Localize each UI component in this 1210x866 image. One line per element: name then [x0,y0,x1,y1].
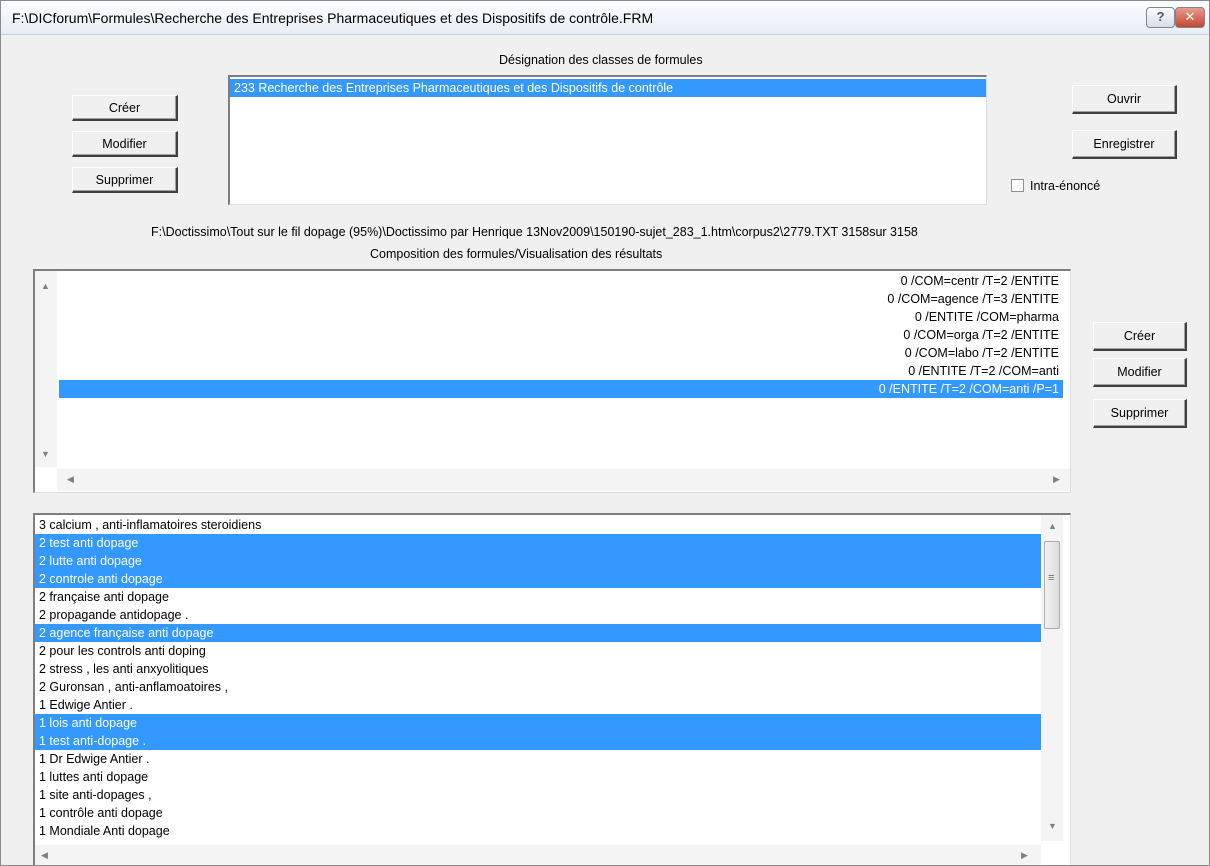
formula-dialog-window: F:\DICforum\Formules\Recherche des Entre… [0,0,1210,866]
list-item[interactable]: 1 Dr Edwige Antier . [35,750,1043,768]
help-icon: ? [1156,9,1165,24]
scroll-left-icon[interactable]: ◀ [67,474,74,485]
modify-formula-button[interactable]: Modifier [1093,358,1187,387]
list-item[interactable]: 1 lois anti dopage [35,714,1043,732]
list-item[interactable]: 0 /COM=orga /T=2 /ENTITE [59,326,1063,344]
window-title: F:\DICforum\Formules\Recherche des Entre… [12,10,654,26]
list-item[interactable]: 1 Edwige Antier . [35,696,1043,714]
scroll-right-icon[interactable]: ▶ [1053,474,1060,485]
list-item[interactable]: 1 luttes anti dopage [35,768,1043,786]
list-item[interactable]: 1 test anti-dopage . [35,732,1043,750]
delete-formula-button[interactable]: Supprimer [1093,399,1187,428]
list-item[interactable]: 2 agence française anti dopage [35,624,1043,642]
list-item[interactable]: 0 /ENTITE /T=2 /COM=anti [59,362,1063,380]
list-item[interactable]: 2 pour les controls anti doping [35,642,1043,660]
scroll-up-icon[interactable]: ▲ [41,281,50,291]
list-item[interactable]: 1 Mondiale Anti dopage [35,822,1043,840]
intra-enonce-checkbox[interactable] [1011,179,1024,192]
create-formula-button[interactable]: Créer [1093,322,1187,351]
list-item[interactable]: 2 test anti dopage [35,534,1043,552]
grip-icon: ≡ [1048,572,1055,584]
file-path-status: F:\Doctissimo\Tout sur le fil dopage (95… [151,225,918,239]
composition-horizontal-scrollbar[interactable]: ◀ ▶ [57,469,1070,491]
list-item[interactable]: 2 Guronsan , anti-anflamoatoires , [35,678,1043,696]
list-item[interactable]: 0 /ENTITE /COM=pharma [59,308,1063,326]
list-item[interactable]: 1 contrôle anti dopage [35,804,1043,822]
list-item[interactable]: 2 stress , les anti anxyolitiques [35,660,1043,678]
delete-class-button[interactable]: Supprimer [72,167,178,193]
list-item[interactable]: 2 lutte anti dopage [35,552,1043,570]
close-icon: ✕ [1184,9,1196,24]
scroll-right-icon[interactable]: ▶ [1021,850,1028,861]
scroll-up-icon[interactable]: ▲ [1048,521,1057,531]
composition-list[interactable]: 0 /COM=centr /T=2 /ENTITE 0 /COM=agence /… [33,269,1071,493]
list-item[interactable]: 3 calcium , anti-inflamatoires steroidie… [35,516,1043,534]
list-item[interactable]: 2 propagande antidopage . [35,606,1043,624]
open-button[interactable]: Ouvrir [1072,85,1177,114]
scroll-down-icon[interactable]: ▼ [1048,821,1057,831]
list-item[interactable]: 0 /COM=centr /T=2 /ENTITE [59,272,1063,290]
save-button[interactable]: Enregistrer [1072,130,1177,159]
results-horizontal-scrollbar[interactable]: ◀ ▶ [35,845,1041,865]
composition-vertical-scrollbar[interactable]: ▲ ▼ [35,271,57,467]
list-item[interactable]: 233 Recherche des Entreprises Pharmaceut… [230,79,986,97]
list-item[interactable]: 2 controle anti dopage [35,570,1043,588]
close-button[interactable]: ✕ [1175,7,1205,28]
list-item[interactable]: 2 française anti dopage [35,588,1043,606]
help-button[interactable]: ? [1146,7,1175,28]
scroll-left-icon[interactable]: ◀ [41,850,48,861]
results-scroll-thumb[interactable]: ≡ [1044,541,1060,629]
list-item[interactable]: 0 /COM=agence /T=3 /ENTITE [59,290,1063,308]
list-item[interactable]: 0 /ENTITE /T=2 /COM=anti /P=1 [59,380,1063,398]
intra-enonce-label: Intra-énoncé [1030,179,1101,193]
create-class-button[interactable]: Créer [72,95,178,121]
composition-header: Composition des formules/Visualisation d… [370,247,663,261]
classes-header: Désignation des classes de formules [499,53,703,67]
scroll-down-icon[interactable]: ▼ [41,449,50,459]
results-list[interactable]: 3 calcium , anti-inflamatoires steroidie… [33,513,1071,865]
modify-class-button[interactable]: Modifier [72,131,178,157]
classes-list[interactable]: 233 Recherche des Entreprises Pharmaceut… [228,75,987,205]
list-item[interactable]: 1 site anti-dopages , [35,786,1043,804]
list-item[interactable]: 0 /COM=labo /T=2 /ENTITE [59,344,1063,362]
title-bar: F:\DICforum\Formules\Recherche des Entre… [1,1,1209,35]
results-vertical-scrollbar[interactable]: ▲ ≡ ▼ [1041,515,1063,841]
